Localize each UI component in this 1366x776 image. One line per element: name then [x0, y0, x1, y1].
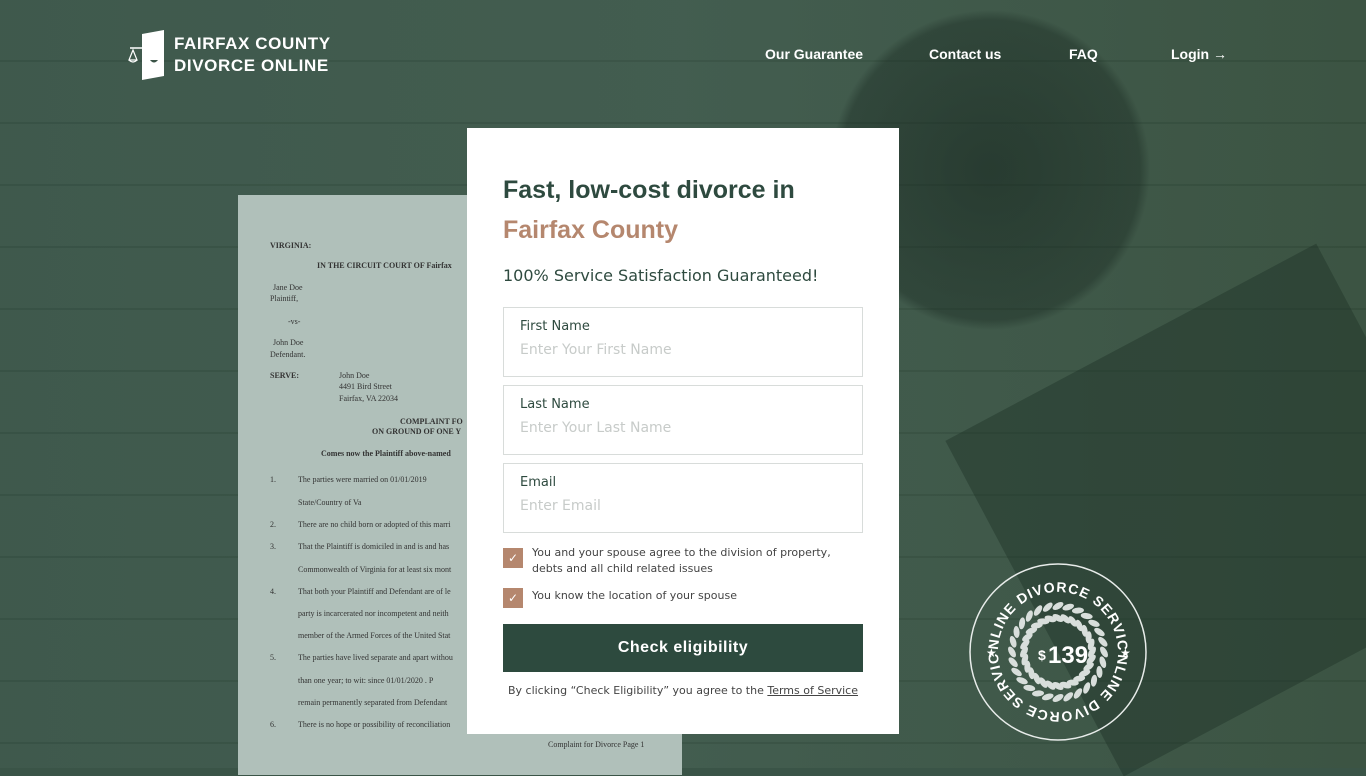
form-subtitle: 100% Service Satisfaction Guaranteed! [503, 266, 819, 285]
laurel-leaf [1071, 607, 1084, 614]
document-line: That both your Plaintiff and Defendant a… [298, 587, 451, 596]
email-input[interactable] [520, 498, 846, 514]
last-name-input[interactable] [520, 420, 846, 436]
document-line: SERVE: [270, 371, 300, 380]
brand-line2: DIVORCE ONLINE [174, 56, 329, 75]
first-name-label: First Name [520, 319, 590, 334]
document-line: Fairfax, VA 22034 [339, 394, 399, 403]
document-line: COMPLAINT FO [400, 417, 463, 426]
laurel-leaf [1025, 610, 1033, 622]
laurel-leaf [1013, 626, 1020, 639]
first-name-input[interactable] [520, 342, 846, 358]
document-item-number: 2. [270, 520, 276, 529]
document-line: Comes now the Plaintiff above-named [321, 449, 451, 458]
document-line: VIRGINIA: [270, 241, 312, 250]
agreement-checkbox[interactable]: ✓ [503, 548, 523, 568]
document-item-number: 6. [270, 720, 276, 729]
scales-door-icon [128, 30, 164, 80]
document-line: remain permanently separated from Defend… [298, 698, 448, 707]
document-line: The parties have lived separate and apar… [298, 653, 453, 662]
location-checkbox-row: ✓ You know the location of your spouse [503, 585, 863, 608]
title-line1: Fast, low-cost divorce in [503, 176, 795, 204]
price-badge: ONLINE DIVORCE SERVICE ONLINE DIVORCE SE… [968, 562, 1148, 742]
terms-note: By clicking “Check Eligibility” you agre… [503, 684, 863, 697]
document-line: ON GROUND OF ONE Y [372, 427, 462, 436]
logo[interactable]: FAIRFAX COUNTY DIVORCE ONLINE [128, 30, 331, 80]
laurel-leaf [1016, 677, 1028, 685]
agreement-checkbox-row: ✓ You and your spouse agree to the divisi… [503, 545, 863, 577]
location-checkbox[interactable]: ✓ [503, 588, 523, 608]
laurel-leaf [1083, 682, 1091, 694]
document-line: John Doe [273, 338, 304, 347]
document-line: Jane Doe [273, 283, 303, 292]
laurel-leaf [1033, 605, 1043, 616]
document-line: -vs- [288, 317, 301, 326]
document-line: party is incarcerated nor incompetent an… [298, 609, 449, 618]
document-item-number: 4. [270, 587, 276, 596]
laurel-leaf [1088, 619, 1100, 627]
laurel-leaf [1023, 684, 1036, 692]
star-icon: ★ [1120, 646, 1131, 660]
check-eligibility-button[interactable]: Check eligibility [503, 624, 863, 672]
document-line: The parties were married on 01/01/2019 [298, 475, 427, 484]
login-label: Login [1171, 46, 1210, 62]
laurel-leaf [1098, 636, 1108, 647]
document-line: member of the Armed Forces of the United… [298, 631, 451, 640]
nav-our-guarantee[interactable]: Our Guarantee [765, 46, 863, 62]
laurel-leaf [1032, 690, 1045, 697]
document-line: Commonwealth of Virginia for at least si… [298, 565, 452, 574]
document-line: There is no hope or possibility of recon… [298, 720, 451, 729]
laurel-leaf [1008, 646, 1016, 658]
document-line: That the Plaintiff is domiciled in and i… [298, 542, 450, 551]
terms-prefix: By clicking “Check Eligibility” you agre… [507, 684, 768, 697]
laurel-leaf [1096, 665, 1103, 678]
email-label: Email [520, 475, 557, 490]
arrow-right-icon: → [1213, 46, 1227, 62]
laurel-leaf [1042, 602, 1053, 612]
document-line: IN THE CIRCUIT COURT OF Fairfax [317, 261, 452, 270]
document-line: than one year; to wit: since 01/01/2020 … [298, 676, 434, 685]
location-label: You know the location of your spouse [532, 589, 737, 602]
agreement-label: You and your spouse agree to the divisio… [532, 546, 831, 575]
signup-card: Fast, low-cost divorce in Fairfax County … [467, 128, 899, 734]
laurel-leaf [1008, 657, 1018, 668]
document-item-number: 3. [270, 542, 276, 551]
laurel-leaf [1018, 617, 1026, 630]
nav-contact-us[interactable]: Contact us [929, 46, 1001, 62]
document-line: John Doe [339, 371, 370, 380]
laurel-leaf [1080, 612, 1093, 620]
laurel-leaf [1073, 688, 1083, 699]
document-line: State/Country of Va [298, 498, 362, 507]
document-item-number: 1. [270, 475, 276, 484]
brand-line1: FAIRFAX COUNTY [174, 34, 331, 53]
laurel-leaf [1011, 667, 1022, 677]
star-icon: ★ [986, 646, 997, 660]
terms-of-service-link[interactable]: Terms of Service [767, 684, 858, 697]
form-title: Fast, low-cost divorce in Fairfax County [503, 170, 863, 250]
title-county: Fairfax County [503, 216, 679, 244]
badge-currency: $ [1038, 647, 1046, 663]
badge-price: 139 [1048, 642, 1088, 669]
document-item-number: 5. [270, 653, 276, 662]
email-field: Email [503, 463, 863, 533]
document-line: Defendant. [270, 350, 306, 359]
nav-faq[interactable]: FAQ [1069, 46, 1098, 62]
laurel-leaf [1094, 627, 1105, 637]
first-name-field: First Name [503, 307, 863, 377]
last-name-label: Last Name [520, 397, 590, 412]
laurel-leaf [1052, 694, 1064, 702]
laurel-leaf [1052, 602, 1064, 610]
laurel-leaf [1090, 674, 1098, 687]
last-name-field: Last Name [503, 385, 863, 455]
laurel-leaf [1063, 692, 1074, 702]
document-line: Complaint for Divorce Page 1 [548, 740, 645, 749]
laurel-leaf [1100, 646, 1108, 658]
nav-login[interactable]: Login → [1171, 46, 1227, 62]
document-line: There are no child born or adopted of th… [298, 520, 451, 529]
document-line: 4491 Bird Street [339, 382, 392, 391]
document-line: Plaintiff, [270, 294, 299, 303]
